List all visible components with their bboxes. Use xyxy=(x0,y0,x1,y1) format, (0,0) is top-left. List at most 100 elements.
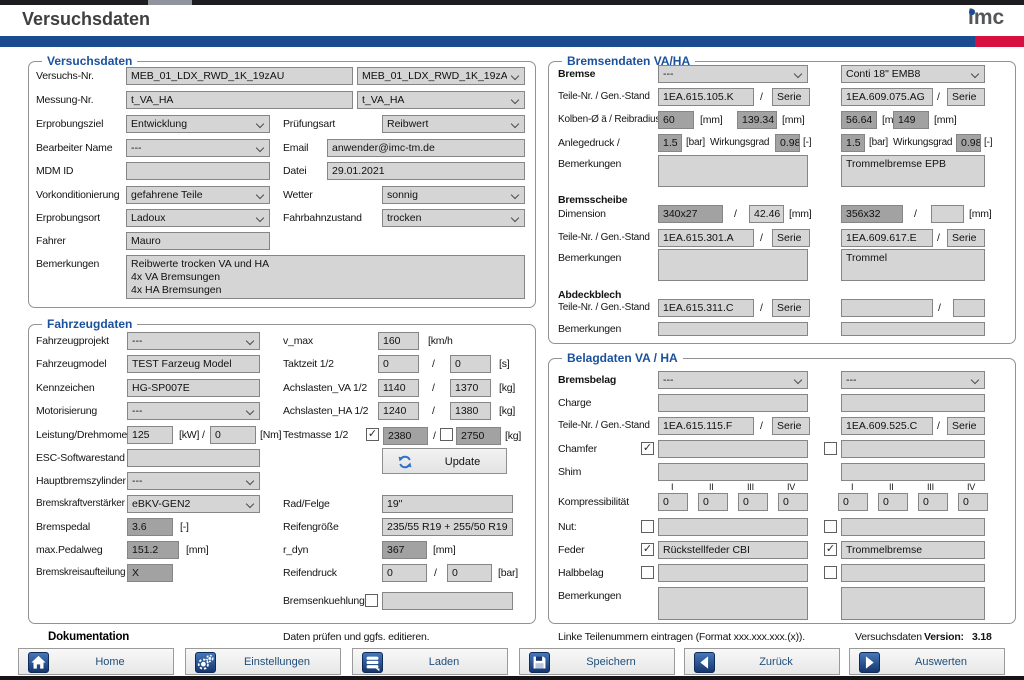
gen-stand-ha-field[interactable]: Serie xyxy=(947,88,985,106)
charge-ha-field[interactable] xyxy=(841,394,985,412)
bremsenkuehlung-checkbox[interactable] xyxy=(365,594,378,607)
belag-gen-ha-field[interactable]: Serie xyxy=(947,417,985,435)
scheibe-gen-ha-field[interactable]: Serie xyxy=(947,229,985,247)
fahrer-field[interactable]: Mauro xyxy=(126,232,270,250)
versuchs-nr-field[interactable]: MEB_01_LDX_RWD_1K_19zAU xyxy=(126,67,353,85)
bremsbelag-ha-combobox[interactable]: --- xyxy=(841,371,985,389)
chamfer-ha-checkbox[interactable] xyxy=(824,442,837,455)
bremse-va-combobox[interactable]: --- xyxy=(658,65,808,83)
speichern-button[interactable]: Speichern xyxy=(519,648,675,675)
kompressibilitaet-va-field-2[interactable]: 0 xyxy=(698,493,728,511)
feder-ha-field[interactable]: Trommelbremse xyxy=(841,541,985,559)
reifendruck-field-1[interactable]: 0 xyxy=(382,564,427,582)
nut-ha-field[interactable] xyxy=(841,518,985,536)
dimension-ha-field-2[interactable] xyxy=(931,205,964,223)
bearbeiter-name-combobox[interactable]: --- xyxy=(126,139,270,157)
scheibe-bemerkungen-va-textarea[interactable] xyxy=(658,249,808,281)
belag-teile-va-field[interactable]: 1EA.615.115.F xyxy=(658,417,754,435)
abdeckblech-gen-va-field[interactable]: Serie xyxy=(772,299,810,317)
abdeckblech-bemerkungen-va-field[interactable] xyxy=(658,322,808,336)
messung-nr-combobox[interactable]: t_VA_HA xyxy=(357,91,525,109)
abdeckblech-gen-ha-field[interactable] xyxy=(953,299,985,317)
erprobungsziel-combobox[interactable]: Entwicklung xyxy=(126,115,270,133)
kompressibilitaet-va-field-1[interactable]: 0 xyxy=(658,493,688,511)
bremse-bemerkungen-va-textarea[interactable] xyxy=(658,155,808,187)
achslasten-ha-field-1[interactable]: 1240 xyxy=(378,402,419,420)
testmasse-1-checkbox[interactable] xyxy=(366,428,379,441)
chamfer-va-checkbox[interactable] xyxy=(641,442,654,455)
email-field[interactable]: anwender@imc-tm.de xyxy=(327,139,525,157)
chamfer-ha-field[interactable] xyxy=(841,440,985,458)
taktzeit-field-1[interactable]: 0 xyxy=(378,355,419,373)
reifengroesse-field[interactable]: 235/55 R19 + 255/50 R19 xyxy=(382,518,513,536)
esc-softwarestand-field[interactable] xyxy=(127,449,260,467)
achslasten-ha-field-2[interactable]: 1380 xyxy=(450,402,491,420)
kennzeichen-field[interactable]: HG-SP007E xyxy=(127,379,260,397)
wetter-combobox[interactable]: sonnig xyxy=(382,186,525,204)
belag-teile-ha-field[interactable]: 1EA.609.525.C xyxy=(841,417,933,435)
scheibe-teile-ha-field[interactable]: 1EA.609.617.E xyxy=(841,229,933,247)
zurueck-button[interactable]: Zurück xyxy=(684,648,840,675)
halbbelag-ha-checkbox[interactable] xyxy=(824,566,837,579)
mdm-id-field[interactable] xyxy=(126,162,270,180)
abdeckblech-teile-va-field[interactable]: 1EA.615.311.C xyxy=(658,299,754,317)
dimension-va-field-2[interactable]: 42.46 xyxy=(749,205,784,223)
kompressibilitaet-va-field-3[interactable]: 0 xyxy=(738,493,768,511)
feder-va-checkbox[interactable] xyxy=(641,543,654,556)
teile-nr-va-field[interactable]: 1EA.615.105.K xyxy=(658,88,754,106)
kompressibilitaet-ha-field-4[interactable]: 0 xyxy=(958,493,988,511)
scheibe-gen-va-field[interactable]: Serie xyxy=(772,229,810,247)
bremse-ha-combobox[interactable]: Conti 18" EMB8 xyxy=(841,65,985,83)
halbbelag-va-field[interactable] xyxy=(658,564,808,582)
scheibe-teile-va-field[interactable]: 1EA.615.301.A xyxy=(658,229,754,247)
fahrzeugprojekt-combobox[interactable]: --- xyxy=(127,332,260,350)
teile-nr-ha-field[interactable]: 1EA.609.075.AG xyxy=(841,88,933,106)
vorkonditionierung-combobox[interactable]: gefahrene Teile xyxy=(126,186,270,204)
chamfer-va-field[interactable] xyxy=(658,440,808,458)
belag-bemerkungen-ha-textarea[interactable] xyxy=(841,587,985,620)
erprobungsort-combobox[interactable]: Ladoux xyxy=(126,209,270,227)
feder-va-field[interactable]: Rückstellfeder CBI xyxy=(658,541,808,559)
belag-gen-va-field[interactable]: Serie xyxy=(772,417,810,435)
shim-ha-field[interactable] xyxy=(841,463,985,481)
scheibe-bemerkungen-ha-textarea[interactable]: Trommel xyxy=(841,249,985,281)
nut-va-checkbox[interactable] xyxy=(641,520,654,533)
nut-va-field[interactable] xyxy=(658,518,808,536)
kompressibilitaet-ha-field-3[interactable]: 0 xyxy=(918,493,948,511)
bremsenkuehlung-field[interactable] xyxy=(382,592,513,610)
achslasten-va-field-2[interactable]: 1370 xyxy=(450,379,491,397)
home-button[interactable]: Home xyxy=(18,648,174,675)
fahrzeugmodel-field[interactable]: TEST Farzeug Model xyxy=(127,355,260,373)
charge-va-field[interactable] xyxy=(658,394,808,412)
update-button[interactable]: Update xyxy=(382,448,507,474)
achslasten-va-field-1[interactable]: 1140 xyxy=(378,379,419,397)
gen-stand-va-field[interactable]: Serie xyxy=(772,88,810,106)
halbbelag-va-checkbox[interactable] xyxy=(641,566,654,579)
bremsbelag-va-combobox[interactable]: --- xyxy=(658,371,808,389)
kompressibilitaet-ha-field-1[interactable]: 0 xyxy=(838,493,868,511)
motorisierung-combobox[interactable]: --- xyxy=(127,402,260,420)
auswerten-button[interactable]: Auswerten xyxy=(849,648,1005,675)
abdeckblech-teile-ha-field[interactable] xyxy=(841,299,933,317)
versuchs-nr-combobox[interactable]: MEB_01_LDX_RWD_1K_19zAU xyxy=(357,67,525,85)
bemerkungen-textarea[interactable]: Reibwerte trocken VA und HA 4x VA Bremsu… xyxy=(126,255,525,299)
taktzeit-field-2[interactable]: 0 xyxy=(450,355,491,373)
einstellungen-button[interactable]: Einstellungen xyxy=(185,648,341,675)
bremse-bemerkungen-ha-textarea[interactable]: Trommelbremse EPB xyxy=(841,155,985,187)
leistung-field[interactable]: 125 xyxy=(127,426,173,444)
halbbelag-ha-field[interactable] xyxy=(841,564,985,582)
datei-field[interactable]: 29.01.2021 xyxy=(327,162,525,180)
laden-button[interactable]: Laden xyxy=(352,648,508,675)
messung-nr-field[interactable]: t_VA_HA xyxy=(126,91,353,109)
nut-ha-checkbox[interactable] xyxy=(824,520,837,533)
pruefungsart-combobox[interactable]: Reibwert xyxy=(382,115,525,133)
feder-ha-checkbox[interactable] xyxy=(824,543,837,556)
hauptbremszylinder-combobox[interactable]: --- xyxy=(127,472,260,490)
kompressibilitaet-va-field-4[interactable]: 0 xyxy=(778,493,808,511)
abdeckblech-bemerkungen-ha-field[interactable] xyxy=(841,322,985,336)
bremskraftverstaerker-combobox[interactable]: eBKV-GEN2 xyxy=(127,495,260,513)
v-max-field[interactable]: 160 xyxy=(378,332,419,350)
fahrbahnzustand-combobox[interactable]: trocken xyxy=(382,209,525,227)
shim-va-field[interactable] xyxy=(658,463,808,481)
kompressibilitaet-ha-field-2[interactable]: 0 xyxy=(878,493,908,511)
